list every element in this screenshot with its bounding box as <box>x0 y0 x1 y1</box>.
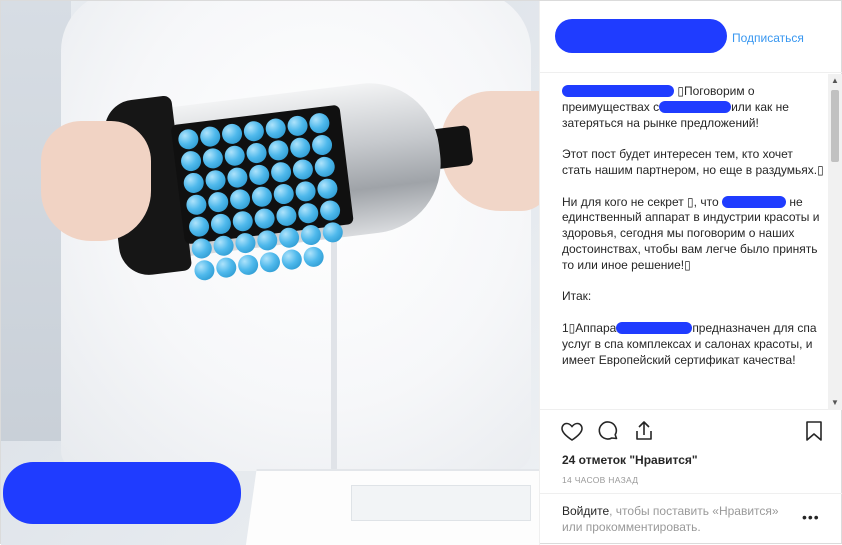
roller-ball <box>294 180 317 203</box>
device-screen <box>351 485 531 521</box>
caption-panel[interactable]: ▯Поговорим о преимуществах с или как не з… <box>540 74 842 410</box>
post-caption: ▯Поговорим о преимуществах с или как не з… <box>562 84 824 410</box>
roller-ball <box>264 117 287 140</box>
redacted-account <box>562 85 674 97</box>
roller-ball <box>308 112 331 135</box>
roller-ball <box>297 202 320 225</box>
post-time[interactable]: 14 часов назад <box>562 475 638 485</box>
follow-button[interactable]: Подписаться <box>732 31 804 45</box>
scroll-up-icon[interactable]: ▲ <box>828 74 842 88</box>
caption-paragraph: Итак: <box>562 289 592 304</box>
roller-ball <box>316 177 339 200</box>
comment-box: Войдите, чтобы поставить «Нравится» или … <box>540 493 842 545</box>
roller-ball <box>179 149 203 173</box>
left-hand <box>41 121 151 241</box>
roller-ball <box>212 234 235 257</box>
roller-ball <box>269 161 293 184</box>
roller-ball <box>234 231 257 255</box>
post-photo[interactable] <box>1 1 539 545</box>
roller-ball <box>256 229 279 252</box>
redacted-brand <box>659 100 732 113</box>
roller-ball <box>242 120 266 143</box>
roller-ball <box>291 158 315 181</box>
caption-paragraph: Этот пост будет интересен тем, кто хочет… <box>562 147 824 177</box>
caption-paragraph: Ни для кого не секрет ▯, что не единстве… <box>562 195 824 274</box>
roller-ball <box>182 171 205 195</box>
redacted-username[interactable] <box>555 19 727 53</box>
caption-paragraph: 1▯Аппара предназначен для спа услуг в спа… <box>562 321 824 368</box>
post-header: Подписаться <box>540 1 842 73</box>
caption-text: 1▯Аппара <box>562 320 617 335</box>
roller-ball <box>209 212 233 236</box>
roller-ball <box>177 128 200 151</box>
action-bar <box>540 419 842 449</box>
likes-count[interactable]: 24 отметок "Нравится" <box>562 453 698 467</box>
roller-ball <box>223 144 246 167</box>
roller-ball <box>245 141 268 165</box>
roller-ball <box>226 166 249 189</box>
share-icon[interactable] <box>632 419 656 443</box>
roller-ball <box>289 136 312 159</box>
redacted-brand <box>616 321 693 334</box>
caption-text: Ни для кого не секрет ▯, что <box>562 194 719 209</box>
roller-ball <box>286 114 309 138</box>
roller-ball <box>267 139 290 162</box>
more-options-icon[interactable]: ••• <box>802 509 820 525</box>
caption-paragraph: ▯Поговорим о преимуществах с или как не з… <box>562 84 824 131</box>
redacted-logo <box>3 462 241 524</box>
roller-ball <box>253 207 276 230</box>
roller-ball <box>250 185 274 208</box>
roller-balls <box>170 104 354 282</box>
roller-ball <box>275 204 298 228</box>
instagram-post: Подписаться ▯Поговорим о преимуществах с… <box>0 0 842 545</box>
roller-ball <box>313 155 336 179</box>
roller-ball <box>299 223 323 247</box>
roller-ball <box>248 163 271 187</box>
scrollbar-thumb[interactable] <box>831 90 839 162</box>
roller-ball <box>277 226 301 249</box>
roller-ball <box>321 221 344 244</box>
roller-ball <box>272 182 295 206</box>
roller-ball <box>310 133 334 157</box>
login-prompt: Войдите, чтобы поставить «Нравится» или … <box>562 503 802 535</box>
redacted-brand <box>721 195 786 208</box>
heart-icon[interactable] <box>560 419 584 443</box>
post-sidebar: Подписаться ▯Поговорим о преимуществах с… <box>539 1 842 545</box>
roller-ball <box>199 125 222 148</box>
caption-scrollbar[interactable]: ▲ ▼ <box>828 74 842 410</box>
login-link[interactable]: Войдите <box>562 504 609 518</box>
bookmark-icon[interactable] <box>802 419 826 443</box>
roller-ball <box>318 199 342 222</box>
roller-ball <box>220 122 244 146</box>
comment-icon[interactable] <box>596 419 620 443</box>
roller-ball <box>204 169 227 192</box>
roller-ball <box>201 147 225 170</box>
scroll-down-icon[interactable]: ▼ <box>828 396 842 410</box>
roller-ball <box>228 188 252 211</box>
roller-ball <box>185 193 208 216</box>
roller-ball <box>207 190 230 214</box>
roller-ball <box>190 237 213 260</box>
roller-ball <box>231 210 254 233</box>
roller-ball <box>187 215 211 238</box>
